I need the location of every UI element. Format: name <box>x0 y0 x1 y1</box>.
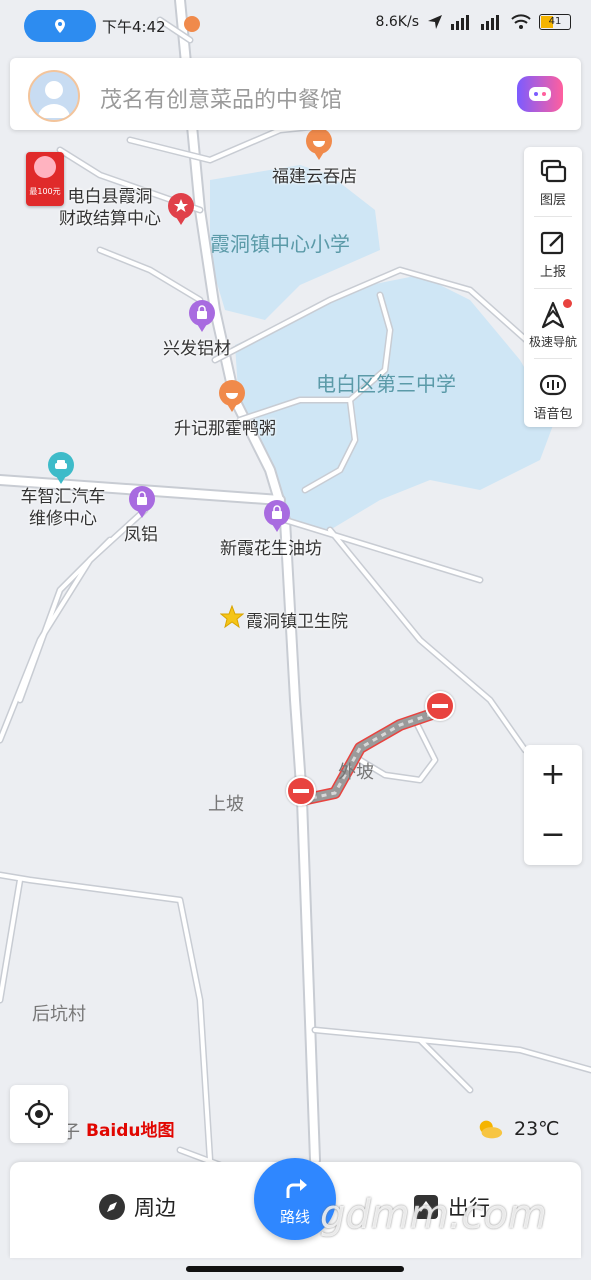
divider <box>534 288 572 289</box>
battery-icon: 41 <box>539 14 571 30</box>
voice-assistant-icon <box>529 87 551 101</box>
status-time: 下午4:42 <box>102 18 166 36</box>
road-closed-icon[interactable] <box>425 691 455 721</box>
status-icons: 8.6K/s 41 <box>376 14 571 30</box>
road-closed-icon[interactable] <box>286 776 316 806</box>
voice-pack-button[interactable]: 语音包 <box>524 361 582 429</box>
report-button[interactable]: 上报 <box>524 219 582 287</box>
zoom-in-button[interactable]: + <box>524 745 582 805</box>
promo-text: 最100元 <box>29 187 61 196</box>
status-bar: 下午4:42 8.6K/s 41 <box>0 0 591 50</box>
fast-nav-button[interactable]: 极速导航 <box>524 291 582 359</box>
nearby-button[interactable]: 周边 <box>98 1192 176 1222</box>
avatar[interactable] <box>28 70 80 122</box>
temperature: 23℃ <box>514 1118 560 1140</box>
layers-label: 图层 <box>539 193 566 208</box>
poi-label-finance-center[interactable]: 电白县霞洞 财政结算中心 <box>48 186 172 230</box>
poi-label-car-repair[interactable]: 车智汇汽车 维修中心 <box>8 486 118 530</box>
car-icon[interactable] <box>48 452 74 484</box>
nearby-label: 周边 <box>134 1196 176 1220</box>
fast-nav-label: 极速导航 <box>528 335 577 349</box>
poi-label-yuntun[interactable]: 福建云吞店 <box>272 162 357 187</box>
star-icon[interactable] <box>219 604 245 629</box>
location-status-pill[interactable] <box>24 10 96 42</box>
village-label-shangpo[interactable]: 上坡 <box>208 790 244 816</box>
shop-icon[interactable] <box>129 486 155 518</box>
area-label-school-1[interactable]: 霞洞镇中心小学 <box>210 228 350 257</box>
area-label-school-2[interactable]: 电白区第三中学 <box>316 368 456 397</box>
divider <box>534 358 572 359</box>
net-speed: 8.6K/s <box>375 14 419 30</box>
zoom-control: + − <box>524 745 582 865</box>
map-toolbar: 图层 上报 极速导航 语音包 <box>524 147 582 427</box>
poi-label-congee[interactable]: 升记那霍鸭粥 <box>174 414 276 439</box>
shop-icon[interactable] <box>189 300 215 332</box>
battery-level: 41 <box>548 16 562 27</box>
coin-icon <box>34 156 56 178</box>
food-icon[interactable] <box>219 380 245 412</box>
poi-label-oil-mill[interactable]: 新霞花生油坊 <box>220 534 322 559</box>
locate-me-button[interactable] <box>10 1085 68 1143</box>
divider <box>534 216 572 217</box>
route-arrow-icon <box>286 1179 307 1198</box>
location-pin-icon <box>55 19 65 33</box>
layers-icon <box>540 159 567 183</box>
search-placeholder[interactable]: 茂名有创意菜品的中餐馆 <box>100 82 342 114</box>
crosshair-icon <box>25 1100 53 1128</box>
notification-dot <box>563 299 572 308</box>
report-label: 上报 <box>539 265 566 280</box>
village-label-houkeng[interactable]: 后坑村 <box>32 1000 86 1026</box>
wifi-icon <box>511 14 531 29</box>
poi-label-xingfa[interactable]: 兴发铝材 <box>163 334 231 359</box>
edit-icon <box>540 231 564 255</box>
voice-pack-label: 语音包 <box>533 407 573 422</box>
voice-assistant-button[interactable] <box>517 76 563 112</box>
poi-label-hospital[interactable]: 霞洞镇卫生院 <box>246 607 348 632</box>
location-arrow-icon <box>428 15 442 29</box>
signal-icon <box>481 15 499 30</box>
search-bar[interactable]: 茂名有创意菜品的中餐馆 <box>10 58 581 130</box>
red-packet-promo[interactable]: 最100元 <box>26 152 64 206</box>
layers-button[interactable]: 图层 <box>524 147 582 215</box>
compass-icon <box>99 1194 125 1220</box>
signal-icon <box>451 15 469 30</box>
home-indicator[interactable] <box>186 1266 404 1272</box>
poi-label-fenglv[interactable]: 凤铝 <box>124 520 158 545</box>
app-notification-icon <box>184 16 200 32</box>
watermark: gdmm.com <box>320 1192 547 1238</box>
weather-widget[interactable]: 23℃ <box>476 1118 560 1140</box>
shop-icon[interactable] <box>264 500 290 532</box>
food-icon[interactable] <box>306 128 332 160</box>
cloudy-icon <box>479 1120 503 1139</box>
baidu-map-logo: Baidu地图 <box>86 1121 175 1141</box>
voice-pack-icon <box>539 374 567 396</box>
village-label-waipo[interactable]: 外坡 <box>338 758 374 784</box>
zoom-out-button[interactable]: − <box>524 805 582 865</box>
